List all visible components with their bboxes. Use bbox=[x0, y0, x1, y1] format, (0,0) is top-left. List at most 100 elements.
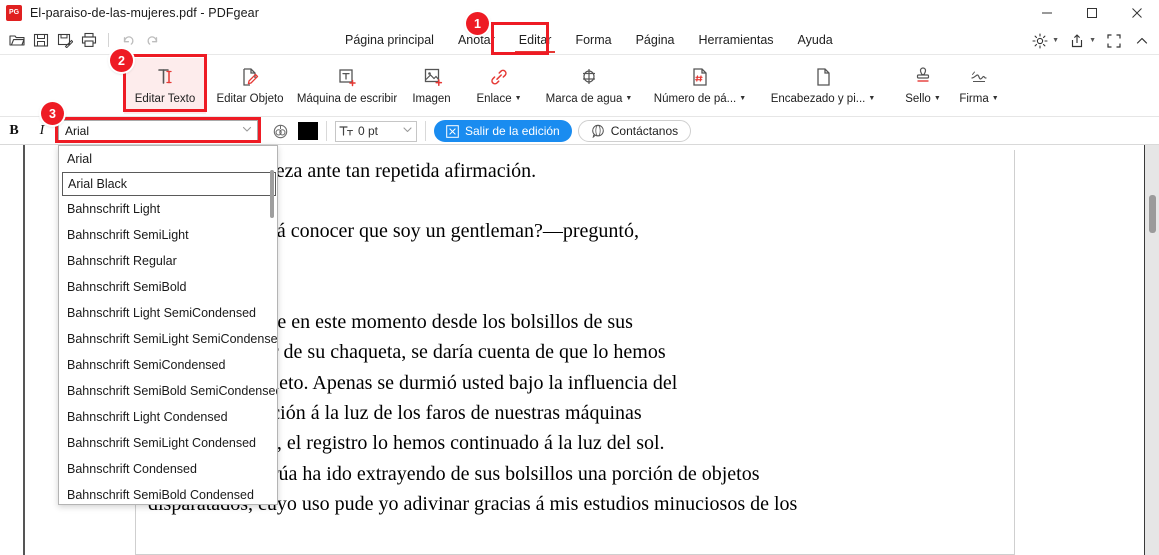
font-option-bahnschrift-semilight-semicondensed[interactable]: Bahnschrift SemiLight SemiCondensed bbox=[59, 326, 277, 352]
chevron-down-icon[interactable] bbox=[241, 123, 253, 138]
vertical-scrollbar[interactable] bbox=[1144, 145, 1159, 555]
ribbon-numero-de-pagina[interactable]: Número de pá... ▼ bbox=[646, 58, 754, 114]
annotation-badge-3: 3 bbox=[41, 102, 64, 125]
ribbon-maquina-de-escribir[interactable]: Máquina de escribir bbox=[285, 58, 409, 114]
font-option-bahnschrift-light-condensed[interactable]: Bahnschrift Light Condensed bbox=[59, 404, 277, 430]
chevron-down-icon: ▼ bbox=[991, 94, 999, 102]
ribbon-label: Número de pá... bbox=[653, 93, 737, 105]
ribbon-editar-objeto[interactable]: Editar Objeto bbox=[207, 58, 293, 114]
font-size-icon bbox=[339, 124, 354, 138]
share-upload-icon[interactable] bbox=[1064, 28, 1090, 54]
signature-icon bbox=[967, 63, 991, 91]
ribbon-encabezado-y-pie[interactable]: Encabezado y pi... ▼ bbox=[760, 58, 886, 114]
ribbon-label: Marca de agua bbox=[545, 93, 623, 105]
edit-object-icon bbox=[238, 63, 262, 91]
exit-edit-label: Salir de la edición bbox=[465, 124, 560, 138]
chevron-down-icon[interactable]: ▼ bbox=[1052, 37, 1059, 44]
exit-edit-button[interactable]: Salir de la edición bbox=[434, 120, 572, 142]
ribbon-toolbar: Editar Texto Editar Objeto Máquina de es… bbox=[0, 55, 1159, 117]
font-option-arial-black[interactable]: Arial Black bbox=[62, 172, 276, 196]
image-icon bbox=[421, 63, 445, 91]
ribbon-label: Máquina de escribir bbox=[296, 93, 398, 105]
chat-support-icon bbox=[591, 124, 605, 138]
menu-tab-forma[interactable]: Forma bbox=[563, 26, 623, 55]
watermark-icon bbox=[577, 63, 601, 91]
font-size-combobox[interactable]: 0 pt bbox=[335, 120, 417, 142]
ribbon-sello[interactable]: Sello ▼ bbox=[895, 58, 951, 114]
ribbon-imagen[interactable]: Imagen bbox=[403, 58, 463, 114]
annotation-badge-1: 1 bbox=[466, 12, 489, 35]
edit-text-icon bbox=[153, 63, 177, 91]
title-bar: PG El-paraiso-de-las-mujeres.pdf - PDFge… bbox=[0, 0, 1159, 26]
thumbnail-sidebar[interactable] bbox=[0, 145, 25, 555]
menu-tab-editar[interactable]: Editar bbox=[507, 26, 564, 55]
maximize-button[interactable] bbox=[1069, 0, 1114, 26]
font-family-dropdown[interactable]: Arial Arial Black Bahnschrift Light Bahn… bbox=[58, 145, 278, 505]
text-color-swatch[interactable] bbox=[298, 122, 318, 140]
close-box-icon bbox=[446, 124, 459, 138]
ribbon-firma[interactable]: Firma ▼ bbox=[950, 58, 1008, 114]
app-logo-icon: PG bbox=[6, 4, 22, 21]
ribbon-label: Firma bbox=[959, 93, 989, 105]
text-highlight-icon[interactable] bbox=[268, 120, 292, 142]
font-family-value: Arial bbox=[65, 123, 90, 138]
page-number-icon bbox=[688, 63, 712, 91]
menu-tab-ayuda[interactable]: Ayuda bbox=[786, 26, 845, 55]
undo-icon[interactable] bbox=[117, 29, 139, 51]
font-option-arial[interactable]: Arial bbox=[59, 146, 277, 172]
stamp-icon bbox=[911, 63, 935, 91]
contact-us-label: Contáctanos bbox=[610, 124, 679, 138]
dropdown-scrollbar-thumb[interactable] bbox=[270, 170, 274, 218]
toolbar-divider bbox=[108, 33, 109, 47]
fullscreen-icon[interactable] bbox=[1101, 28, 1127, 54]
font-option-bahnschrift-semilight[interactable]: Bahnschrift SemiLight bbox=[59, 222, 277, 248]
close-button[interactable] bbox=[1114, 0, 1159, 26]
font-option-bahnschrift-semibold-condensed[interactable]: Bahnschrift SemiBold Condensed bbox=[59, 482, 277, 504]
chevron-down-icon[interactable]: ▼ bbox=[1089, 37, 1096, 44]
theme-brightness-icon[interactable] bbox=[1027, 28, 1053, 54]
font-family-combobox[interactable]: Arial bbox=[58, 120, 258, 141]
quick-access-toolbar bbox=[6, 29, 163, 51]
menu-tab-pagina[interactable]: Página bbox=[624, 26, 687, 55]
save-as-icon[interactable] bbox=[54, 29, 76, 51]
menu-tab-pagina-principal[interactable]: Página principal bbox=[333, 26, 446, 55]
font-option-bahnschrift-light[interactable]: Bahnschrift Light bbox=[59, 196, 277, 222]
typewriter-icon bbox=[335, 63, 359, 91]
minimize-button[interactable] bbox=[1024, 0, 1069, 26]
contact-us-button[interactable]: Contáctanos bbox=[577, 120, 692, 142]
font-option-bahnschrift-condensed[interactable]: Bahnschrift Condensed bbox=[59, 456, 277, 482]
window-title: El-paraiso-de-las-mujeres.pdf - PDFgear bbox=[30, 5, 259, 20]
ribbon-label: Sello bbox=[905, 93, 931, 105]
ribbon-marca-de-agua[interactable]: Marca de agua ▼ bbox=[536, 58, 642, 114]
font-option-bahnschrift-regular[interactable]: Bahnschrift Regular bbox=[59, 248, 277, 274]
font-dropdown-list: Arial Arial Black Bahnschrift Light Bahn… bbox=[59, 146, 277, 504]
ribbon-label: Encabezado y pi... bbox=[770, 93, 866, 105]
collapse-ribbon-icon[interactable] bbox=[1129, 28, 1155, 54]
redo-icon[interactable] bbox=[141, 29, 163, 51]
ribbon-label: Imagen bbox=[412, 93, 451, 105]
header-footer-icon bbox=[811, 63, 835, 91]
chevron-down-icon: ▼ bbox=[933, 94, 941, 102]
print-icon[interactable] bbox=[78, 29, 100, 51]
vertical-scrollbar-thumb[interactable] bbox=[1149, 195, 1156, 233]
format-toolbar-right: 0 pt Salir de la edición Contáctanos bbox=[268, 117, 692, 145]
menu-tab-herramientas[interactable]: Herramientas bbox=[687, 26, 786, 55]
ribbon-label: Editar Objeto bbox=[216, 93, 284, 105]
link-icon bbox=[487, 63, 511, 91]
chevron-down-icon: ▼ bbox=[868, 94, 876, 102]
font-option-bahnschrift-semibold-semicondensed[interactable]: Bahnschrift SemiBold SemiCondensed bbox=[59, 378, 277, 404]
thumbnail-sidebar-inner bbox=[0, 145, 24, 555]
chevron-down-icon[interactable] bbox=[402, 124, 413, 138]
font-option-bahnschrift-semilight-condensed[interactable]: Bahnschrift SemiLight Condensed bbox=[59, 430, 277, 456]
bold-button[interactable]: B bbox=[0, 123, 28, 139]
font-option-bahnschrift-light-semicondensed[interactable]: Bahnschrift Light SemiCondensed bbox=[59, 300, 277, 326]
font-size-value: 0 pt bbox=[358, 124, 379, 138]
window-controls bbox=[1024, 0, 1159, 26]
ribbon-enlace[interactable]: Enlace ▼ bbox=[466, 58, 532, 114]
save-icon[interactable] bbox=[30, 29, 52, 51]
font-option-bahnschrift-semibold[interactable]: Bahnschrift SemiBold bbox=[59, 274, 277, 300]
open-icon[interactable] bbox=[6, 29, 28, 51]
font-option-bahnschrift-semicondensed[interactable]: Bahnschrift SemiCondensed bbox=[59, 352, 277, 378]
ribbon-editar-texto[interactable]: Editar Texto bbox=[124, 58, 206, 114]
toolbar-divider bbox=[326, 121, 327, 141]
